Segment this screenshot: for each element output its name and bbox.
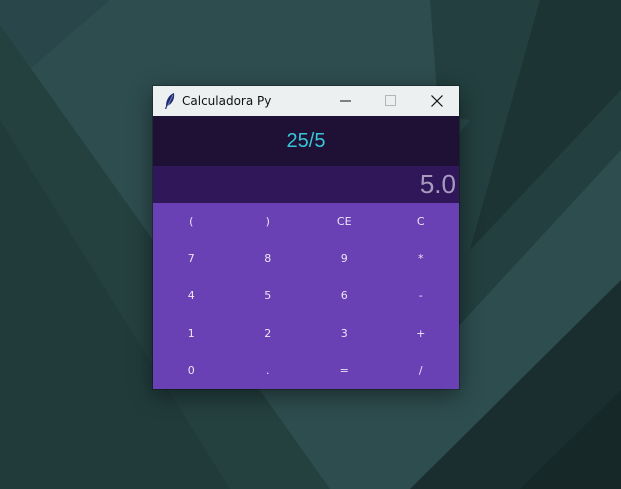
minimize-button[interactable] bbox=[323, 86, 368, 116]
digit-7-button[interactable]: 7 bbox=[153, 240, 230, 277]
close-paren-button[interactable]: ) bbox=[230, 203, 307, 240]
digit-5-button[interactable]: 5 bbox=[230, 277, 307, 314]
expression-display: 25/5 bbox=[153, 116, 459, 166]
result-display: 5.0 bbox=[153, 166, 459, 203]
decimal-point-button[interactable]: . bbox=[230, 352, 307, 389]
digit-4-button[interactable]: 4 bbox=[153, 277, 230, 314]
close-icon bbox=[431, 95, 443, 107]
equals-button[interactable]: = bbox=[306, 352, 383, 389]
subtract-button[interactable]: - bbox=[383, 277, 460, 314]
divide-button[interactable]: / bbox=[383, 352, 460, 389]
expression-text: 25/5 bbox=[286, 130, 326, 152]
digit-1-button[interactable]: 1 bbox=[153, 315, 230, 352]
clear-button[interactable]: C bbox=[383, 203, 460, 240]
result-text: 5.0 bbox=[419, 169, 456, 199]
open-paren-button[interactable]: ( bbox=[153, 203, 230, 240]
digit-9-button[interactable]: 9 bbox=[306, 240, 383, 277]
digit-2-button[interactable]: 2 bbox=[230, 315, 307, 352]
keypad: ( ) CE C 7 8 9 * 4 5 6 - 1 2 3 + 0 . = / bbox=[153, 203, 459, 389]
minimize-icon bbox=[340, 100, 351, 102]
digit-6-button[interactable]: 6 bbox=[306, 277, 383, 314]
window-title: Calculadora Py bbox=[182, 94, 272, 108]
close-button[interactable] bbox=[414, 86, 459, 116]
maximize-icon bbox=[385, 95, 396, 106]
maximize-button[interactable] bbox=[368, 86, 413, 116]
feather-icon bbox=[163, 92, 177, 110]
clear-entry-button[interactable]: CE bbox=[306, 203, 383, 240]
add-button[interactable]: + bbox=[383, 315, 460, 352]
title-bar[interactable]: Calculadora Py bbox=[153, 86, 459, 116]
multiply-button[interactable]: * bbox=[383, 240, 460, 277]
digit-0-button[interactable]: 0 bbox=[153, 352, 230, 389]
calculator-window: Calculadora Py 25/5 5.0 () CE C 7 8 9 *… bbox=[153, 86, 459, 389]
desktop-wallpaper: Calculadora Py 25/5 5.0 () CE C 7 8 9 *… bbox=[0, 0, 621, 489]
digit-8-button[interactable]: 8 bbox=[230, 240, 307, 277]
digit-3-button[interactable]: 3 bbox=[306, 315, 383, 352]
